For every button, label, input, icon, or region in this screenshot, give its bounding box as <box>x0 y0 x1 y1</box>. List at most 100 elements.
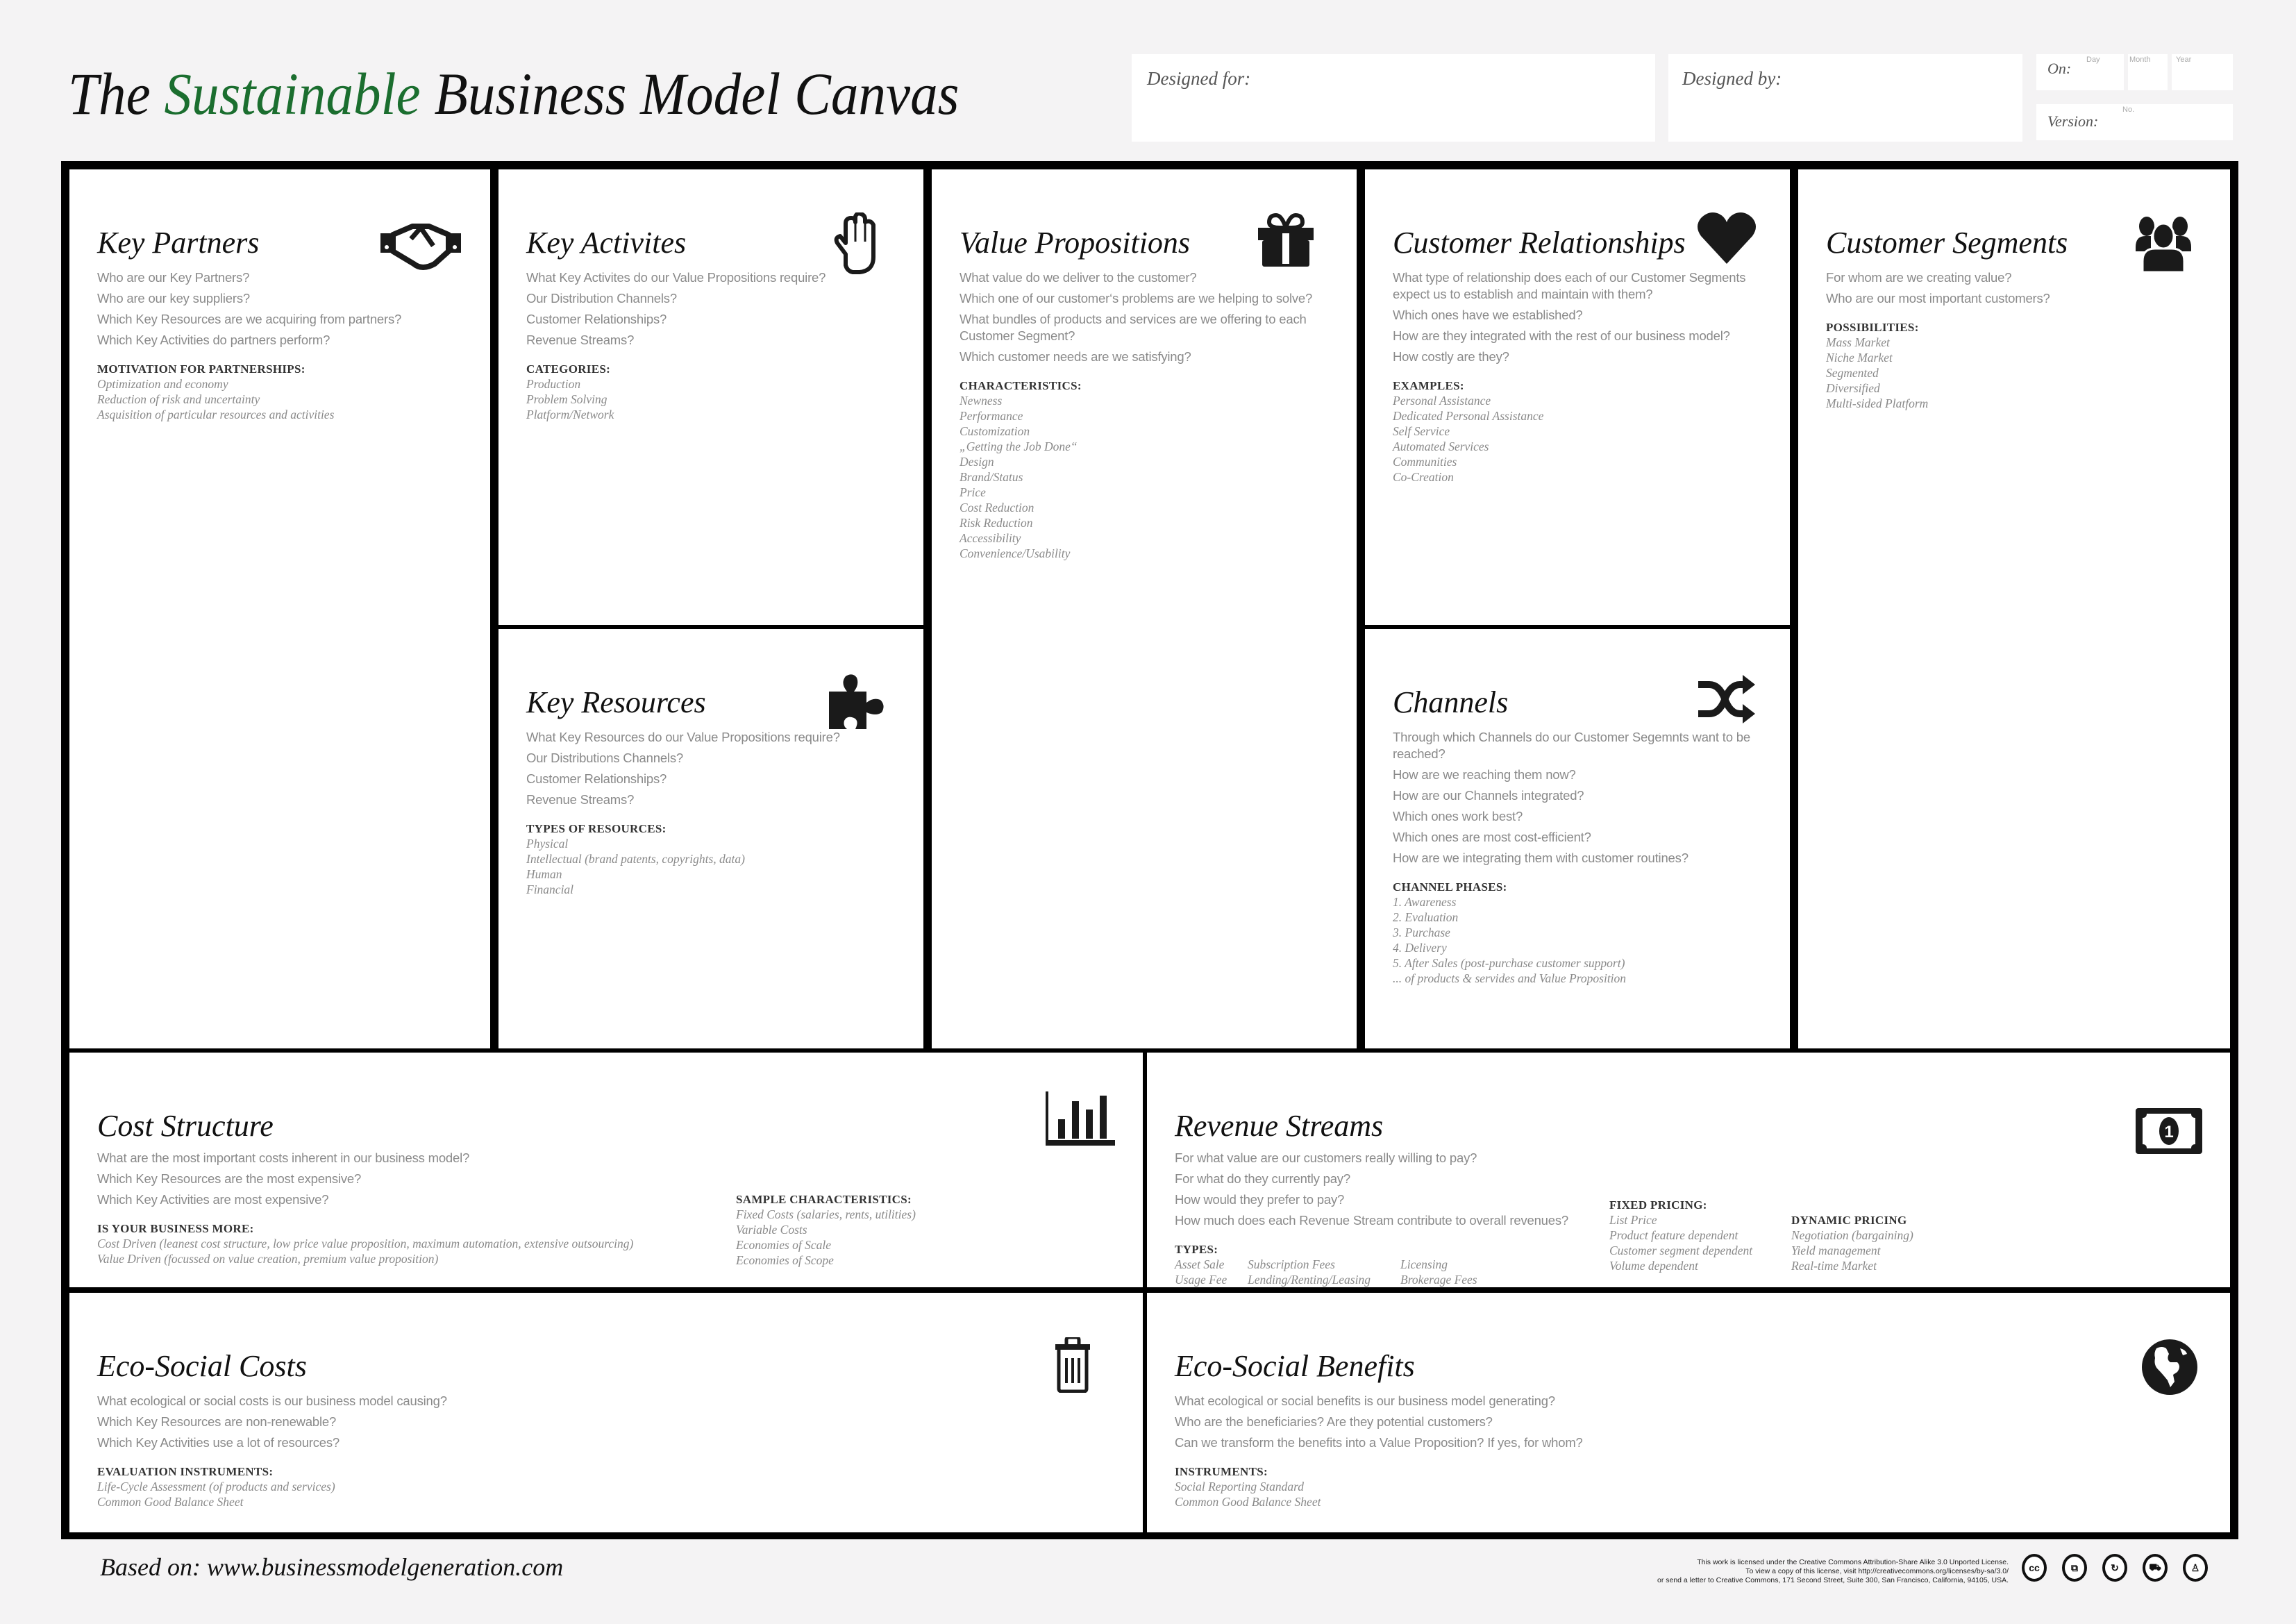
block-key-partners[interactable]: Key Partners Who are our Key Partners? W… <box>69 169 490 1048</box>
commercial-icon: ⛟ <box>2143 1554 2168 1582</box>
list-item: Common Good Balance Sheet <box>97 1495 244 1509</box>
question: How are we reaching them now? <box>1393 767 1576 782</box>
questions-list: What Key Resources do our Value Proposit… <box>526 729 896 808</box>
section-label: EXAMPLES: <box>1393 379 1464 392</box>
question: What ecological or social costs is our b… <box>97 1393 447 1408</box>
block-key-activities[interactable]: Key Activites What Key Activites do our … <box>498 169 923 625</box>
question: What are the most important costs inhere… <box>97 1150 470 1165</box>
list-item: Cost Reduction <box>960 501 1034 514</box>
license-line: This work is licensed under the Creative… <box>1697 1558 2009 1566</box>
question: Which ones have we established? <box>1393 308 1583 322</box>
block-title: Key Resources <box>526 685 706 719</box>
version-field[interactable]: Version: No. <box>2036 104 2233 140</box>
block-title: Customer Relationships <box>1393 226 1686 260</box>
block-eco-social-benefits[interactable]: Eco-Social Benefits What ecological or s… <box>1147 1293 2230 1532</box>
list-item: Segmented <box>1826 366 1879 380</box>
hand-icon <box>825 211 887 275</box>
list-item: Intellectual (brand patents, copyrights,… <box>526 852 745 866</box>
block-value-propositions[interactable]: Value Propositions What value do we deli… <box>932 169 1357 1048</box>
block-title: Key Partners <box>97 226 260 260</box>
question: Customer Relationships? <box>526 771 667 786</box>
block-cost-structure[interactable]: Cost Structure What are the most importa… <box>69 1053 1143 1287</box>
list-item: Niche Market <box>1826 351 1893 365</box>
list-item: 2. Evaluation <box>1393 910 1459 924</box>
date-year-field[interactable]: Year <box>2172 54 2233 90</box>
puzzle-piece-icon <box>825 671 887 733</box>
question: For what do they currently pay? <box>1175 1171 1350 1186</box>
canvas-grid: Key Partners Who are our Key Partners? W… <box>61 161 2238 1539</box>
list-item: Asquisition of particular resources and … <box>97 408 335 421</box>
section-label: TYPES: <box>1175 1243 1218 1256</box>
share-alike-icon: ↻ <box>2102 1554 2127 1582</box>
list-item: Value Driven (focussed on value creation… <box>97 1252 439 1266</box>
question: Revenue Streams? <box>526 333 635 347</box>
question: How are our Channels integrated? <box>1393 788 1584 803</box>
block-customer-segments[interactable]: Customer Segments For whom are we creati… <box>1798 169 2230 1048</box>
list-item: Social Reporting Standard <box>1175 1480 1305 1493</box>
svg-text:1: 1 <box>2164 1123 2173 1141</box>
block-channels[interactable]: Channels Through which Channels do our C… <box>1365 629 1790 1048</box>
list-item: Brokerage Fees <box>1400 1273 1477 1287</box>
list-item: Real-time Market <box>1791 1259 1877 1273</box>
version-label: Version: <box>2047 112 2099 130</box>
list-item: Newness <box>960 394 1003 408</box>
list-item: Mass Market <box>1826 335 1890 349</box>
question: How are we integrating them with custome… <box>1393 851 1689 865</box>
trash-icon <box>1055 1335 1090 1393</box>
list-item: Risk Reduction <box>960 516 1033 530</box>
users-icon <box>2136 215 2191 274</box>
question: How costly are they? <box>1393 349 1509 364</box>
block-title: Customer Segments <box>1826 226 2068 260</box>
on-label: On: <box>2047 60 2072 77</box>
list-item: Human <box>526 867 562 881</box>
list-item: Licensing <box>1400 1257 1448 1271</box>
section-label: CHANNEL PHASES: <box>1393 880 1507 894</box>
list-item: Yield management <box>1791 1244 1881 1257</box>
date-day-field[interactable]: On: Day <box>2036 54 2124 90</box>
list-item: Brand/Status <box>960 470 1023 484</box>
question: Through which Channels do our Customer S… <box>1393 730 1750 761</box>
section-label: EVALUATION INSTRUMENTS: <box>97 1465 274 1478</box>
list-item: Multi-sided Platform <box>1826 396 1929 410</box>
question: Our Distributions Channels? <box>526 751 683 765</box>
list-item: 5. After Sales (post-purchase customer s… <box>1393 956 1625 970</box>
block-title: Key Activites <box>526 226 687 260</box>
list-item: „Getting the Job Done“ <box>960 440 1078 453</box>
question: Customer Relationships? <box>526 312 667 326</box>
question: Which Key Resources are we acquiring fro… <box>97 312 402 326</box>
list-item: Economies of Scope <box>736 1253 834 1267</box>
gift-icon <box>1257 212 1315 268</box>
question: How much does each Revenue Stream contri… <box>1175 1213 1568 1228</box>
cc-icon: cc <box>2022 1554 2047 1582</box>
list-item: Problem Solving <box>526 392 607 406</box>
questions-list: What type of relationship does each of o… <box>1393 269 1762 365</box>
question: What value do we deliver to the customer… <box>960 270 1197 285</box>
list-item: Customer segment dependent <box>1609 1244 1753 1257</box>
block-customer-relationships[interactable]: Customer Relationships What type of rela… <box>1365 169 1790 625</box>
section-label: TYPES OF RESOURCES: <box>526 822 667 835</box>
list-item: Customization <box>960 424 1030 438</box>
designed-for-field[interactable]: Designed for: <box>1132 54 1655 142</box>
block-revenue-streams[interactable]: Revenue Streams 1 For what value are our… <box>1147 1053 2230 1287</box>
list-item: Performance <box>960 409 1023 423</box>
year-hint: Year <box>2176 56 2192 64</box>
license-line: or send a letter to Creative Commons, 17… <box>1657 1576 2009 1584</box>
question: Our Distribution Channels? <box>526 291 677 305</box>
date-month-field[interactable]: Month <box>2128 54 2168 90</box>
list-item: Physical <box>526 837 569 851</box>
list-item: Negotiation (bargaining) <box>1791 1228 1913 1242</box>
license-text: This work is licensed under the Creative… <box>1657 1558 2009 1585</box>
block-eco-social-costs[interactable]: Eco-Social Costs What ecological or soci… <box>69 1293 1143 1532</box>
list-item: Co-Creation <box>1393 470 1454 484</box>
attribution-icon: ♙ <box>2183 1554 2208 1582</box>
designed-by-field[interactable]: Designed by: <box>1668 54 2022 142</box>
questions-list: What value do we deliver to the customer… <box>960 269 1329 365</box>
question: Who are our most important customers? <box>1826 291 2050 305</box>
license-line: To view a copy of this license, visit ht… <box>1745 1567 2009 1575</box>
list-item: 3. Purchase <box>1393 926 1450 939</box>
block-key-resources[interactable]: Key Resources What Key Resources do our … <box>498 629 923 1048</box>
month-hint: Month <box>2129 56 2151 64</box>
question: Can we transform the benefits into a Val… <box>1175 1435 1583 1450</box>
block-title: Revenue Streams <box>1175 1109 1384 1143</box>
based-on-link[interactable]: Based on: www.businessmodelgeneration.co… <box>100 1552 563 1582</box>
